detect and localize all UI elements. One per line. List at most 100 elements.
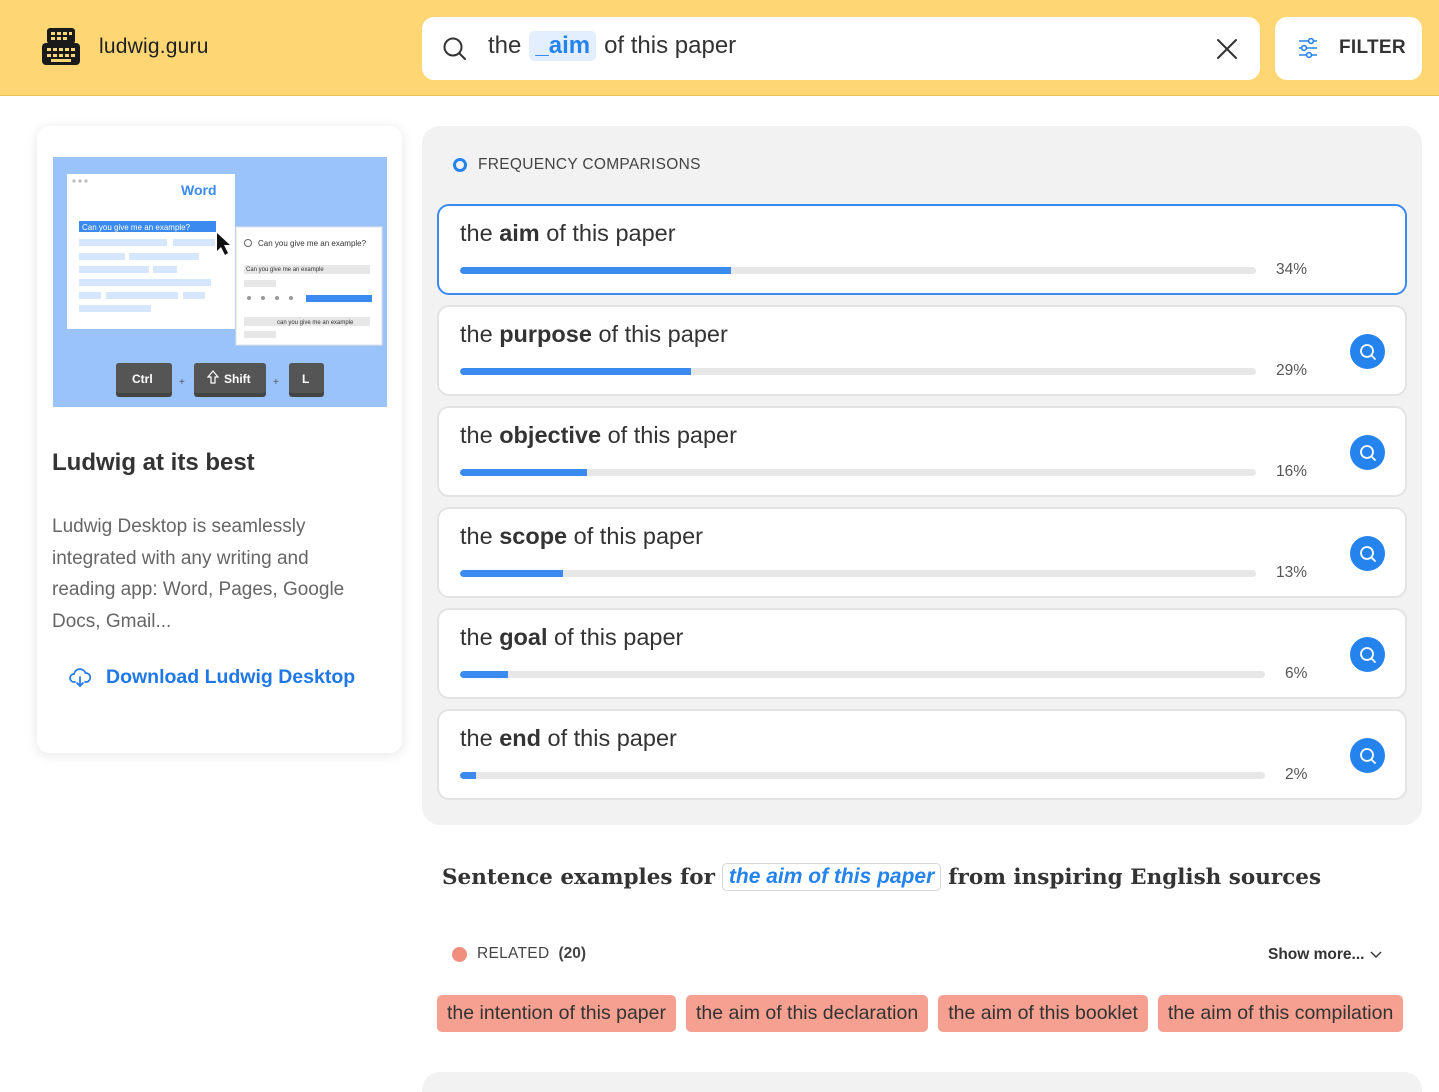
- frequency-bar-fill: [460, 368, 691, 375]
- search-query-after: of this paper: [604, 32, 737, 59]
- phrase-variant-word: goal: [499, 624, 548, 650]
- filter-label: FILTER: [1339, 37, 1406, 58]
- cloud-download-icon: [69, 667, 91, 687]
- phrase-prefix: the: [460, 220, 493, 246]
- search-icon: [1359, 444, 1376, 461]
- promo-description: Ludwig Desktop is seamlessly integrated …: [52, 516, 345, 632]
- frequency-row[interactable]: the goal of this paper 6%: [437, 608, 1407, 699]
- phrase-prefix: the: [460, 321, 493, 347]
- phrase-suffix: of this paper: [554, 624, 684, 650]
- phrase-prefix: the: [460, 725, 493, 751]
- related-count: (20): [558, 945, 587, 962]
- chevron-down-icon: [1370, 951, 1382, 958]
- frequency-row[interactable]: the aim of this paper 34%: [437, 204, 1407, 295]
- svg-text:Word: Word: [181, 182, 217, 198]
- related-tags: the intention of this paper the aim of th…: [437, 995, 1407, 1032]
- phrase-prefix: the: [460, 523, 493, 549]
- svg-text:+: +: [273, 377, 279, 388]
- phrase-variant-word: aim: [499, 220, 540, 246]
- frequency-heading-label: FREQUENCY COMPARISONS: [478, 156, 701, 173]
- logo[interactable]: ludwig.guru: [40, 26, 209, 68]
- frequency-bar-fill: [460, 267, 731, 274]
- svg-text:Ctrl: Ctrl: [132, 372, 153, 386]
- frequency-bar-track: [460, 570, 1256, 577]
- examples-phrase-chip[interactable]: the aim of this paper: [721, 863, 942, 891]
- phrase-prefix: the: [460, 422, 493, 448]
- phrase-suffix: of this paper: [573, 523, 703, 549]
- search-variant-button[interactable]: [1350, 738, 1385, 773]
- frequency-row[interactable]: the end of this paper 2%: [437, 709, 1407, 800]
- frequency-bar-track: [460, 469, 1256, 476]
- frequency-bar-fill: [460, 671, 508, 678]
- phrase-suffix: of this paper: [547, 725, 677, 751]
- typewriter-logo-icon: [42, 28, 80, 65]
- related-dot-icon: [452, 946, 467, 962]
- frequency-percent: 16%: [1276, 463, 1308, 480]
- ring-icon: [453, 158, 467, 172]
- search-variant-button[interactable]: [1350, 637, 1385, 672]
- next-section-edge: [422, 1072, 1422, 1092]
- search-variant-button[interactable]: [1350, 334, 1385, 369]
- frequency-bar-fill: [460, 570, 563, 577]
- search-wildcard-token[interactable]: _aim: [529, 31, 597, 61]
- search-input[interactable]: the _aim of this paper: [422, 17, 1260, 80]
- frequency-percent: 2%: [1285, 766, 1308, 783]
- show-more-button[interactable]: Show more...: [1268, 946, 1382, 964]
- sliders-icon: [1299, 38, 1317, 58]
- frequency-bar-fill: [460, 772, 476, 779]
- frequency-percent: 34%: [1276, 261, 1308, 278]
- frequency-row[interactable]: the purpose of this paper 29%: [437, 305, 1407, 396]
- frequency-phrase: the aim of this paper: [460, 220, 676, 247]
- filter-button[interactable]: FILTER: [1275, 17, 1422, 80]
- search-variant-button[interactable]: [1350, 536, 1385, 571]
- search-query[interactable]: the _aim of this paper: [488, 31, 736, 61]
- search-icon: [1359, 343, 1376, 360]
- phrase-variant-word: scope: [499, 523, 568, 549]
- related-heading: RELATED (20): [452, 945, 586, 963]
- download-desktop-label: Download Ludwig Desktop: [106, 666, 356, 688]
- phrase-suffix: of this paper: [607, 422, 737, 448]
- frequency-bar-track: [460, 368, 1256, 375]
- promo-title: Ludwig at its best: [52, 449, 255, 476]
- related-tag[interactable]: the aim of this declaration: [686, 995, 929, 1032]
- phrase-suffix: of this paper: [546, 220, 676, 246]
- frequency-phrase: the purpose of this paper: [460, 321, 728, 348]
- frequency-phrase: the objective of this paper: [460, 422, 737, 449]
- top-bar: ludwig.guru the _aim of this paper FILTE…: [0, 0, 1439, 96]
- svg-text:Shift: Shift: [224, 372, 251, 386]
- examples-suffix: from inspiring English sources: [948, 864, 1322, 890]
- frequency-row[interactable]: the objective of this paper 16%: [437, 406, 1407, 497]
- related-label: RELATED: [477, 945, 550, 962]
- svg-text:Can you give me an example?: Can you give me an example?: [82, 223, 191, 232]
- related-tag[interactable]: the aim of this compilation: [1157, 995, 1404, 1032]
- phrase-variant-word: objective: [499, 422, 602, 448]
- frequency-phrase: the goal of this paper: [460, 624, 683, 651]
- download-desktop-link[interactable]: Download Ludwig Desktop: [69, 666, 355, 689]
- frequency-bar-fill: [460, 469, 587, 476]
- frequency-percent: 13%: [1276, 564, 1308, 581]
- svg-text:L: L: [302, 372, 309, 386]
- frequency-bar-track: [460, 267, 1256, 274]
- related-tag[interactable]: the intention of this paper: [437, 995, 676, 1032]
- search-icon: [1359, 747, 1376, 764]
- search-variant-button[interactable]: [1350, 435, 1385, 470]
- search-query-before: the: [488, 32, 522, 59]
- frequency-phrase: the scope of this paper: [460, 523, 703, 550]
- svg-text:can you give me an example: can you give me an example: [277, 320, 354, 326]
- search-icon: [443, 37, 466, 60]
- phrase-variant-word: end: [499, 725, 541, 751]
- phrase-prefix: the: [460, 624, 493, 650]
- frequency-bar-track: [460, 772, 1265, 779]
- sentence-examples-heading: Sentence examples for the aim of this pa…: [442, 863, 1321, 891]
- frequency-row[interactable]: the scope of this paper 13%: [437, 507, 1407, 598]
- svg-text:+: +: [179, 377, 185, 388]
- frequency-comparisons-panel: FREQUENCY COMPARISONS the aim of this pa…: [422, 126, 1422, 825]
- frequency-phrase: the end of this paper: [460, 725, 677, 752]
- site-name: ludwig.guru: [99, 35, 209, 58]
- search-icon: [1359, 545, 1376, 562]
- related-tag[interactable]: the aim of this booklet: [938, 995, 1148, 1032]
- promo-card: Word Can you give me an example? Can you…: [37, 126, 402, 753]
- desktop-app-illustration: Word Can you give me an example? Can you…: [53, 157, 387, 407]
- examples-prefix: Sentence examples for: [442, 864, 715, 890]
- close-icon[interactable]: [1214, 36, 1240, 62]
